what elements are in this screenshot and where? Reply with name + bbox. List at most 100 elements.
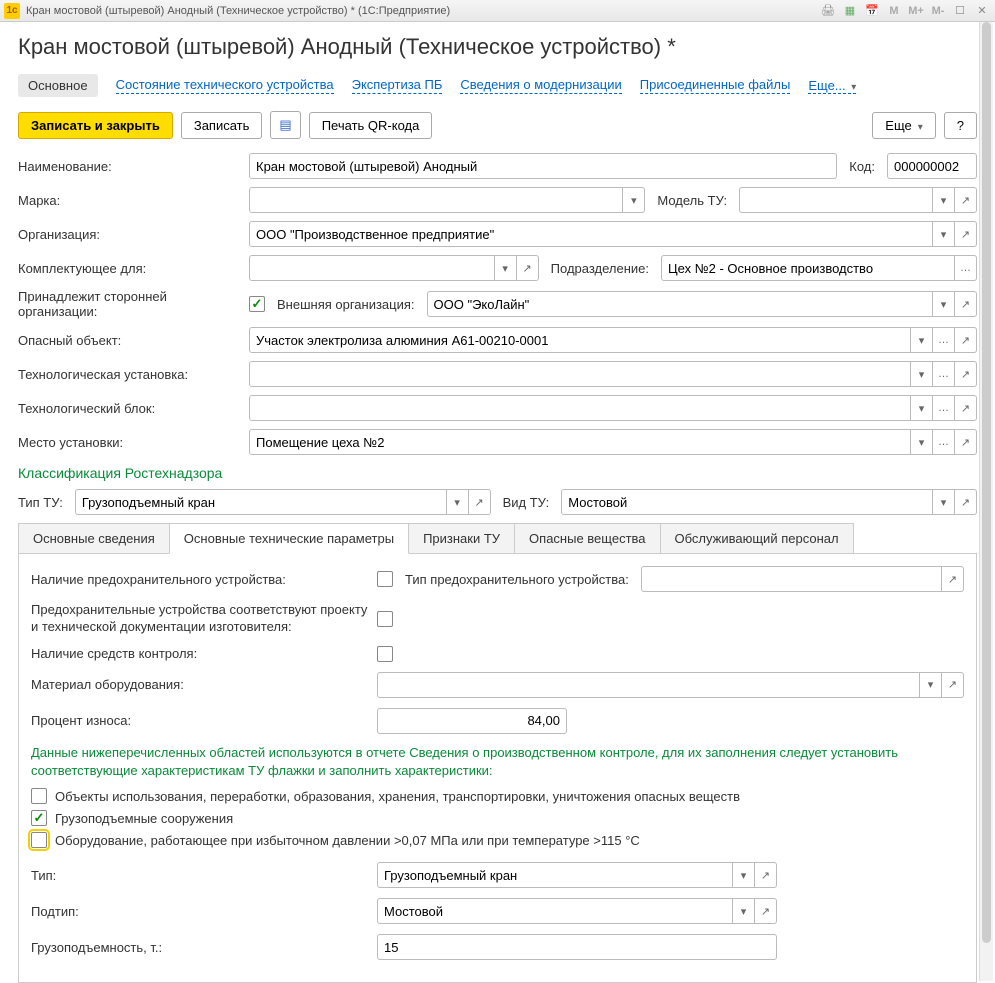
list-button[interactable]: ▤ <box>270 111 300 139</box>
model-dropdown[interactable]: ▾ <box>933 187 955 213</box>
tip-dropdown[interactable]: ▾ <box>733 862 755 888</box>
dept-input[interactable] <box>661 255 955 281</box>
safety-match-checkbox[interactable] <box>377 611 393 627</box>
nav-tab-modernization[interactable]: Сведения о модернизации <box>460 77 621 94</box>
subtab-signs[interactable]: Признаки ТУ <box>408 523 515 553</box>
tech-install-open[interactable]: ↗ <box>955 361 977 387</box>
cb-lifting[interactable] <box>31 810 47 826</box>
nav-more[interactable]: Еще... <box>808 78 856 94</box>
model-input[interactable] <box>739 187 933 213</box>
save-button[interactable]: Записать <box>181 112 263 139</box>
subtab-substances[interactable]: Опасные вещества <box>514 523 660 553</box>
tech-install-ellipsis[interactable]: … <box>933 361 955 387</box>
safety-type-input[interactable] <box>641 566 942 592</box>
material-dropdown[interactable]: ▾ <box>920 672 942 698</box>
tip-open[interactable]: ↗ <box>755 862 777 888</box>
content-area: Кран мостовой (штыревой) Анодный (Технич… <box>0 22 995 983</box>
name-input[interactable] <box>249 153 837 179</box>
nav-tab-main[interactable]: Основное <box>18 74 98 97</box>
control-checkbox[interactable] <box>377 646 393 662</box>
calendar-icon[interactable]: 📅 <box>863 3 881 19</box>
type-tu-dropdown[interactable]: ▾ <box>447 489 469 515</box>
subtype-label: Подтип: <box>31 904 371 919</box>
subtype-open[interactable]: ↗ <box>755 898 777 924</box>
wear-input[interactable] <box>377 708 567 734</box>
hazard-open[interactable]: ↗ <box>955 327 977 353</box>
hazard-ellipsis[interactable]: … <box>933 327 955 353</box>
subtype-dropdown[interactable]: ▾ <box>733 898 755 924</box>
titlebar: 1c Кран мостовой (штыревой) Анодный (Тех… <box>0 0 995 22</box>
capacity-label: Грузоподъемность, т.: <box>31 940 371 955</box>
more-button[interactable]: Еще <box>872 112 935 139</box>
subtype-input[interactable] <box>377 898 733 924</box>
m-minus-icon[interactable]: M- <box>929 3 947 19</box>
type-tu-open[interactable]: ↗ <box>469 489 491 515</box>
location-dropdown[interactable]: ▾ <box>911 429 933 455</box>
nav-tab-state[interactable]: Состояние технического устройства <box>116 77 334 94</box>
kind-tu-label: Вид ТУ: <box>497 495 556 510</box>
tech-install-label: Технологическая установка: <box>18 367 243 382</box>
safety-type-open[interactable]: ↗ <box>942 566 964 592</box>
kind-tu-input[interactable] <box>561 489 933 515</box>
external-org-open[interactable]: ↗ <box>955 291 977 317</box>
external-org-input[interactable] <box>427 291 933 317</box>
tech-install-input[interactable] <box>249 361 911 387</box>
brand-dropdown[interactable]: ▾ <box>623 187 645 213</box>
app-icon: 1c <box>4 3 20 19</box>
subtab-params[interactable]: Основные технические параметры <box>169 523 409 554</box>
safety-device-checkbox[interactable] <box>377 571 393 587</box>
tech-block-input[interactable] <box>249 395 911 421</box>
m-plus-icon[interactable]: M+ <box>907 3 925 19</box>
capacity-input[interactable] <box>377 934 777 960</box>
tech-install-dropdown[interactable]: ▾ <box>911 361 933 387</box>
kind-tu-dropdown[interactable]: ▾ <box>933 489 955 515</box>
code-input[interactable] <box>887 153 977 179</box>
more-label: Еще <box>885 118 911 133</box>
location-input[interactable] <box>249 429 911 455</box>
hazard-dropdown[interactable]: ▾ <box>911 327 933 353</box>
org-input[interactable] <box>249 221 933 247</box>
type-tu-label: Тип ТУ: <box>18 495 69 510</box>
m-icon[interactable]: M <box>885 3 903 19</box>
location-ellipsis[interactable]: … <box>933 429 955 455</box>
print-icon[interactable]: 🖨 <box>819 3 837 19</box>
tech-block-open[interactable]: ↗ <box>955 395 977 421</box>
material-open[interactable]: ↗ <box>942 672 964 698</box>
material-input[interactable] <box>377 672 920 698</box>
component-open[interactable]: ↗ <box>517 255 539 281</box>
kind-tu-open[interactable]: ↗ <box>955 489 977 515</box>
scrollbar[interactable] <box>979 22 993 981</box>
nav-tabs: Основное Состояние технического устройст… <box>18 74 977 97</box>
model-open[interactable]: ↗ <box>955 187 977 213</box>
nav-tab-expertise[interactable]: Экспертиза ПБ <box>352 77 443 94</box>
page-title: Кран мостовой (штыревой) Анодный (Технич… <box>18 34 977 60</box>
scrollbar-thumb[interactable] <box>982 22 991 943</box>
nav-more-label: Еще... <box>808 78 845 93</box>
cb-pressure[interactable] <box>31 832 47 848</box>
help-button[interactable]: ? <box>944 112 977 139</box>
brand-input[interactable] <box>249 187 623 213</box>
tech-block-dropdown[interactable]: ▾ <box>911 395 933 421</box>
location-open[interactable]: ↗ <box>955 429 977 455</box>
print-qr-button[interactable]: Печать QR-кода <box>309 112 433 139</box>
safety-match-label: Предохранительные устройства соответству… <box>31 602 371 636</box>
hazard-input[interactable] <box>249 327 911 353</box>
maximize-icon[interactable]: ☐ <box>951 3 969 19</box>
subtab-personnel[interactable]: Обслуживающий персонал <box>660 523 854 553</box>
external-owner-checkbox[interactable] <box>249 296 265 312</box>
close-icon[interactable]: ✕ <box>973 3 991 19</box>
org-open[interactable]: ↗ <box>955 221 977 247</box>
type-tu-input[interactable] <box>75 489 447 515</box>
nav-tab-files[interactable]: Присоединенные файлы <box>640 77 791 94</box>
dept-ellipsis[interactable]: … <box>955 255 977 281</box>
component-input[interactable] <box>249 255 495 281</box>
cb-hazardous-objects[interactable] <box>31 788 47 804</box>
save-close-button[interactable]: Записать и закрыть <box>18 112 173 139</box>
component-dropdown[interactable]: ▾ <box>495 255 517 281</box>
org-dropdown[interactable]: ▾ <box>933 221 955 247</box>
calc-icon[interactable]: ▦ <box>841 3 859 19</box>
external-org-dropdown[interactable]: ▾ <box>933 291 955 317</box>
tip-input[interactable] <box>377 862 733 888</box>
subtab-basic[interactable]: Основные сведения <box>18 523 170 553</box>
tech-block-ellipsis[interactable]: … <box>933 395 955 421</box>
